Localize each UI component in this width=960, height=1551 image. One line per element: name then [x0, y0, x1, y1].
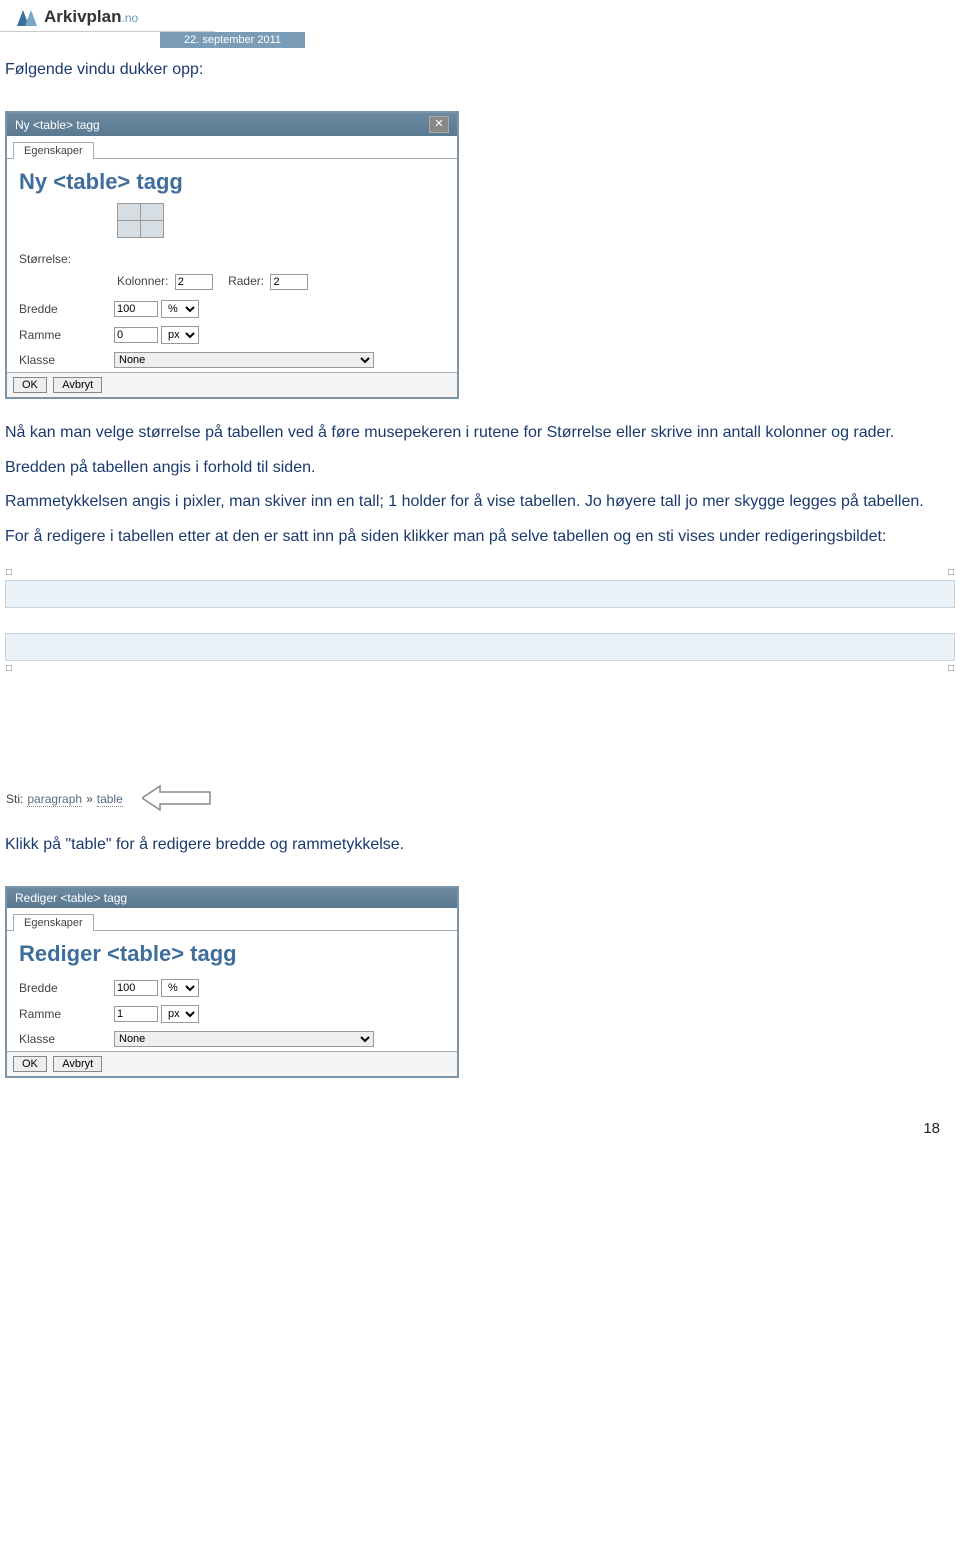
table-row[interactable]: [5, 580, 955, 608]
border-input[interactable]: [114, 1006, 158, 1022]
site-logo: Arkivplan.no: [0, 0, 215, 32]
close-icon[interactable]: ✕: [429, 116, 449, 133]
border-label: Ramme: [19, 1007, 114, 1021]
edit-table-dialog: Rediger <table> tagg Egenskaper Rediger …: [5, 886, 459, 1078]
width-input[interactable]: [114, 980, 158, 996]
size-grid-preview[interactable]: [117, 203, 167, 238]
width-unit-select[interactable]: %: [161, 979, 199, 997]
width-label: Bredde: [19, 981, 114, 995]
arrow-callout-icon: [142, 782, 212, 817]
width-label: Bredde: [19, 302, 114, 316]
border-input[interactable]: [114, 327, 158, 343]
rows-input[interactable]: [270, 274, 308, 290]
border-label: Ramme: [19, 328, 114, 342]
border-unit-select[interactable]: px: [161, 326, 199, 344]
breadcrumb-separator: »: [86, 792, 93, 806]
dialog-title-text: Ny <table> tagg: [15, 118, 100, 132]
class-select[interactable]: None: [114, 352, 374, 368]
dialog-title-text: Rediger <table> tagg: [15, 891, 127, 905]
tab-properties[interactable]: Egenskaper: [13, 142, 94, 159]
class-label: Klasse: [19, 353, 114, 367]
rows-label: Rader:: [228, 274, 264, 288]
tab-properties[interactable]: Egenskaper: [13, 914, 94, 931]
dialog-titlebar: Ny <table> tagg ✕: [7, 113, 457, 136]
ok-button[interactable]: OK: [13, 377, 47, 393]
ok-button[interactable]: OK: [13, 1056, 47, 1072]
border-unit-select[interactable]: px: [161, 1005, 199, 1023]
instruction-paragraphs: Nå kan man velge størrelse på tabellen v…: [0, 411, 960, 570]
intro-paragraph: Følgende vindu dukker opp:: [0, 48, 960, 103]
new-table-dialog: Ny <table> tagg ✕ Egenskaper Ny <table> …: [5, 111, 459, 399]
class-label: Klasse: [19, 1032, 114, 1046]
dialog-titlebar: Rediger <table> tagg: [7, 888, 457, 908]
dialog-heading: Ny <table> tagg: [7, 159, 457, 203]
size-label: Størrelse:: [19, 252, 114, 266]
document-date: 22. september 2011: [160, 32, 305, 48]
dialog-heading: Rediger <table> tagg: [7, 931, 457, 975]
width-input[interactable]: [114, 301, 158, 317]
cancel-button[interactable]: Avbryt: [53, 377, 102, 393]
columns-input[interactable]: [175, 274, 213, 290]
cancel-button[interactable]: Avbryt: [53, 1056, 102, 1072]
table-row[interactable]: [5, 633, 955, 661]
logo-suffix: .no: [121, 11, 138, 25]
class-select[interactable]: None: [114, 1031, 374, 1047]
width-unit-select[interactable]: %: [161, 300, 199, 318]
breadcrumb-table[interactable]: table: [97, 792, 123, 807]
logo-text: Arkivplan: [44, 7, 121, 26]
breadcrumb-paragraph[interactable]: paragraph: [27, 792, 82, 807]
breadcrumb: Sti: paragraph » table: [0, 776, 960, 823]
breadcrumb-label: Sti:: [6, 792, 23, 806]
table-selection-preview: [5, 580, 955, 661]
page-number: 18: [0, 1090, 960, 1147]
click-table-paragraph: Klikk på "table" for å redigere bredde o…: [0, 823, 960, 878]
columns-label: Kolonner:: [117, 274, 168, 288]
logo-icon: [15, 6, 39, 28]
